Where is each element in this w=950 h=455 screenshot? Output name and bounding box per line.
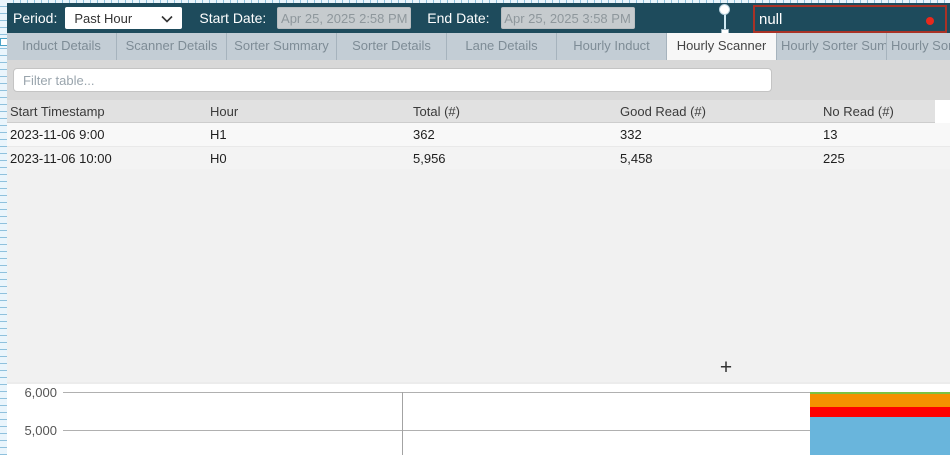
end-date-field[interactable]: Apr 25, 2025 3:58 PM bbox=[501, 7, 635, 29]
table-empty-area bbox=[7, 169, 950, 382]
orange-segment bbox=[810, 394, 950, 407]
stacked-bar bbox=[810, 384, 950, 455]
null-text: null bbox=[759, 11, 782, 28]
chevron-down-icon bbox=[161, 11, 173, 26]
hourly-scanner-chart: 6,000 5,000 bbox=[7, 382, 950, 455]
column-header-hour[interactable]: Hour bbox=[210, 104, 238, 119]
app-canvas: Period: Past Hour Start Date: Apr 25, 20… bbox=[0, 0, 950, 455]
cell-good-read: 332 bbox=[620, 127, 642, 142]
tab-hourly-sorter-summary[interactable]: Hourly Sorter Summar bbox=[777, 33, 887, 60]
tab-hourly-induct[interactable]: Hourly Induct bbox=[557, 33, 667, 60]
y-axis-tick-label: 5,000 bbox=[7, 423, 57, 438]
tab-bar: Induct Details Scanner Details Sorter Su… bbox=[7, 33, 950, 60]
start-date-label: Start Date: bbox=[199, 10, 266, 26]
column-header-total[interactable]: Total (#) bbox=[413, 104, 460, 119]
cell-good-read: 5,458 bbox=[620, 151, 653, 166]
tab-lane-details[interactable]: Lane Details bbox=[447, 33, 557, 60]
plus-icon[interactable]: + bbox=[716, 358, 736, 378]
cell-no-read: 13 bbox=[823, 127, 837, 142]
column-header-good-read[interactable]: Good Read (#) bbox=[620, 104, 706, 119]
start-date-field[interactable]: Apr 25, 2025 2:58 PM bbox=[277, 7, 411, 29]
table-header-row: Start Timestamp Hour Total (#) Good Read… bbox=[7, 100, 935, 123]
column-header-no-read[interactable]: No Read (#) bbox=[823, 104, 894, 119]
period-select-value: Past Hour bbox=[74, 11, 132, 26]
cell-start-timestamp: 2023-11-06 9:00 bbox=[10, 127, 104, 142]
cell-hour: H0 bbox=[210, 151, 227, 166]
selection-anchor-circle-handle[interactable] bbox=[719, 4, 730, 15]
table-header-spacer bbox=[935, 100, 950, 125]
category-divider-line bbox=[402, 392, 403, 455]
tab-hourly-scanner[interactable]: Hourly Scanner bbox=[667, 33, 777, 60]
cell-hour: H1 bbox=[210, 127, 227, 142]
tab-induct-details[interactable]: Induct Details bbox=[7, 33, 117, 60]
tab-sorter-details[interactable]: Sorter Details bbox=[337, 33, 447, 60]
red-dot-icon bbox=[926, 17, 934, 25]
table-row[interactable]: 2023-11-06 10:00 H0 5,956 5,458 225 bbox=[7, 146, 950, 169]
cell-total: 5,956 bbox=[413, 151, 446, 166]
end-date-label: End Date: bbox=[427, 10, 489, 26]
filter-table-input[interactable] bbox=[13, 68, 772, 92]
column-header-start-timestamp[interactable]: Start Timestamp bbox=[10, 104, 105, 119]
selected-text-object[interactable]: null bbox=[753, 5, 947, 33]
tab-sorter-summary[interactable]: Sorter Summary bbox=[227, 33, 337, 60]
cell-no-read: 225 bbox=[823, 151, 845, 166]
y-axis-tick-label: 6,000 bbox=[7, 385, 57, 400]
blue-segment bbox=[810, 417, 950, 455]
table-row[interactable]: 2023-11-06 9:00 H1 362 332 13 bbox=[7, 123, 950, 146]
tab-hourly-sorter[interactable]: Hourly Sort bbox=[887, 33, 950, 60]
cell-start-timestamp: 2023-11-06 10:00 bbox=[10, 151, 112, 166]
period-label: Period: bbox=[13, 10, 57, 26]
cell-total: 362 bbox=[413, 127, 435, 142]
period-select[interactable]: Past Hour bbox=[65, 7, 182, 29]
table-panel: Start Timestamp Hour Total (#) Good Read… bbox=[7, 60, 950, 382]
left-ruler bbox=[0, 0, 7, 455]
tab-scanner-details[interactable]: Scanner Details bbox=[117, 33, 227, 60]
red-segment bbox=[810, 407, 950, 417]
